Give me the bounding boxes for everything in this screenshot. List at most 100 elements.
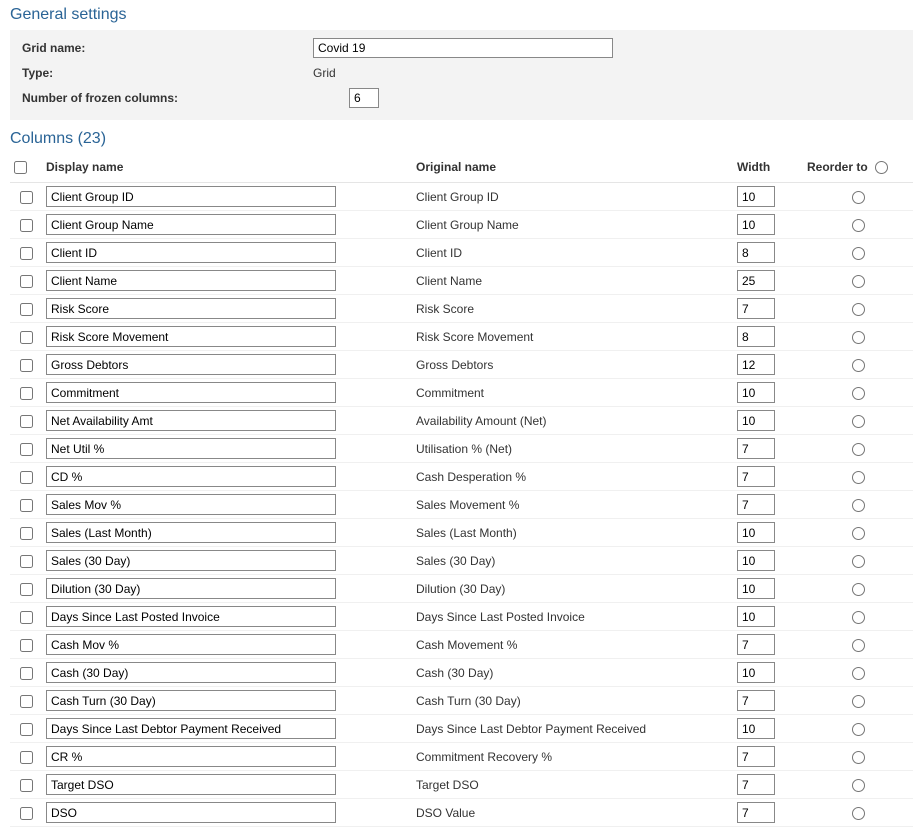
row-checkbox[interactable] — [20, 415, 33, 428]
width-input[interactable] — [737, 550, 775, 571]
width-input[interactable] — [737, 802, 775, 823]
reorder-to-radio[interactable] — [852, 751, 865, 764]
width-input[interactable] — [737, 438, 775, 459]
width-input[interactable] — [737, 522, 775, 543]
width-input[interactable] — [737, 690, 775, 711]
width-input[interactable] — [737, 298, 775, 319]
row-checkbox[interactable] — [20, 695, 33, 708]
display-name-input[interactable] — [46, 298, 336, 319]
reorder-to-header-radio[interactable] — [875, 161, 888, 174]
reorder-to-radio[interactable] — [852, 695, 865, 708]
reorder-to-radio[interactable] — [852, 639, 865, 652]
row-checkbox[interactable] — [20, 331, 33, 344]
reorder-to-radio[interactable] — [852, 191, 865, 204]
width-input[interactable] — [737, 270, 775, 291]
row-checkbox[interactable] — [20, 499, 33, 512]
row-checkbox[interactable] — [20, 611, 33, 624]
display-name-input[interactable] — [46, 606, 336, 627]
display-name-input[interactable] — [46, 242, 336, 263]
reorder-to-radio[interactable] — [852, 527, 865, 540]
display-name-input[interactable] — [46, 550, 336, 571]
table-row: Gross Debtors — [10, 351, 913, 379]
row-checkbox[interactable] — [20, 751, 33, 764]
reorder-to-radio[interactable] — [852, 779, 865, 792]
display-name-input[interactable] — [46, 214, 336, 235]
row-checkbox[interactable] — [20, 723, 33, 736]
row-checkbox[interactable] — [20, 779, 33, 792]
reorder-to-radio[interactable] — [852, 219, 865, 232]
row-checkbox[interactable] — [20, 527, 33, 540]
select-all-checkbox[interactable] — [14, 161, 27, 174]
display-name-input[interactable] — [46, 326, 336, 347]
row-checkbox[interactable] — [20, 303, 33, 316]
row-checkbox[interactable] — [20, 471, 33, 484]
reorder-to-radio[interactable] — [852, 667, 865, 680]
row-checkbox[interactable] — [20, 219, 33, 232]
reorder-to-radio[interactable] — [852, 471, 865, 484]
reorder-to-radio[interactable] — [852, 443, 865, 456]
display-name-input[interactable] — [46, 270, 336, 291]
display-name-input[interactable] — [46, 718, 336, 739]
display-name-input[interactable] — [46, 382, 336, 403]
reorder-to-radio[interactable] — [852, 723, 865, 736]
display-name-input[interactable] — [46, 774, 336, 795]
row-checkbox[interactable] — [20, 443, 33, 456]
grid-name-input[interactable] — [313, 38, 613, 58]
row-checkbox[interactable] — [20, 275, 33, 288]
display-name-input[interactable] — [46, 410, 336, 431]
display-name-input[interactable] — [46, 690, 336, 711]
width-input[interactable] — [737, 718, 775, 739]
reorder-to-radio[interactable] — [852, 555, 865, 568]
row-checkbox[interactable] — [20, 667, 33, 680]
display-name-input[interactable] — [46, 578, 336, 599]
reorder-to-radio[interactable] — [852, 807, 865, 820]
row-checkbox[interactable] — [20, 555, 33, 568]
reorder-to-radio[interactable] — [852, 611, 865, 624]
width-input[interactable] — [737, 606, 775, 627]
original-name-cell: Gross Debtors — [412, 351, 733, 379]
reorder-to-radio[interactable] — [852, 415, 865, 428]
row-checkbox[interactable] — [20, 583, 33, 596]
display-name-input[interactable] — [46, 494, 336, 515]
frozen-columns-input[interactable] — [349, 88, 379, 108]
reorder-to-radio[interactable] — [852, 583, 865, 596]
width-input[interactable] — [737, 410, 775, 431]
display-name-input[interactable] — [46, 746, 336, 767]
reorder-to-radio[interactable] — [852, 303, 865, 316]
display-name-input[interactable] — [46, 802, 336, 823]
width-input[interactable] — [737, 326, 775, 347]
display-name-input[interactable] — [46, 634, 336, 655]
reorder-to-radio[interactable] — [852, 247, 865, 260]
display-name-input[interactable] — [46, 438, 336, 459]
row-checkbox[interactable] — [20, 639, 33, 652]
width-input[interactable] — [737, 186, 775, 207]
row-checkbox[interactable] — [20, 387, 33, 400]
width-input[interactable] — [737, 214, 775, 235]
reorder-to-radio[interactable] — [852, 359, 865, 372]
width-input[interactable] — [737, 774, 775, 795]
display-name-input[interactable] — [46, 186, 336, 207]
width-input[interactable] — [737, 354, 775, 375]
width-input[interactable] — [737, 634, 775, 655]
display-name-input[interactable] — [46, 354, 336, 375]
reorder-to-radio[interactable] — [852, 387, 865, 400]
display-name-input[interactable] — [46, 662, 336, 683]
width-input[interactable] — [737, 242, 775, 263]
width-input[interactable] — [737, 466, 775, 487]
width-input[interactable] — [737, 746, 775, 767]
row-checkbox[interactable] — [20, 359, 33, 372]
grid-name-label: Grid name: — [18, 41, 313, 55]
width-input[interactable] — [737, 662, 775, 683]
width-input[interactable] — [737, 382, 775, 403]
width-input[interactable] — [737, 494, 775, 515]
display-name-input[interactable] — [46, 466, 336, 487]
row-checkbox[interactable] — [20, 247, 33, 260]
row-checkbox[interactable] — [20, 807, 33, 820]
reorder-to-radio[interactable] — [852, 331, 865, 344]
reorder-to-radio[interactable] — [852, 499, 865, 512]
row-checkbox[interactable] — [20, 191, 33, 204]
display-name-input[interactable] — [46, 522, 336, 543]
reorder-to-radio[interactable] — [852, 275, 865, 288]
width-input[interactable] — [737, 578, 775, 599]
table-row: Cash (30 Day) — [10, 659, 913, 687]
